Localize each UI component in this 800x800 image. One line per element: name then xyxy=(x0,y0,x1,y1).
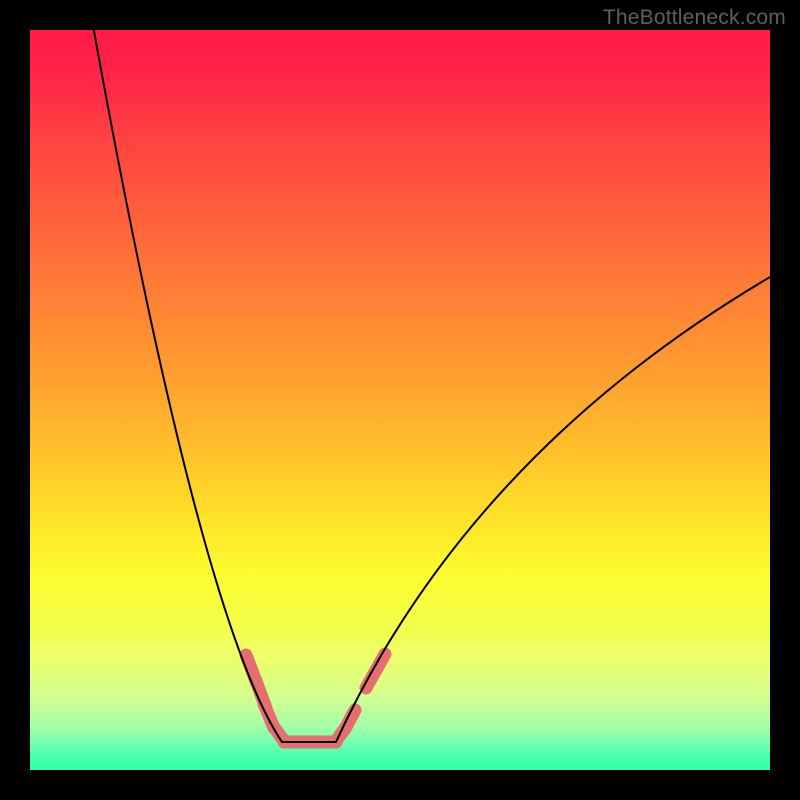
highlight-segments xyxy=(246,654,385,742)
plot-area xyxy=(30,30,770,770)
chart-stage: TheBottleneck.com xyxy=(0,0,800,800)
curve-layer xyxy=(30,30,770,770)
watermark-text: TheBottleneck.com xyxy=(603,6,786,30)
bottleneck-curve xyxy=(92,30,770,742)
